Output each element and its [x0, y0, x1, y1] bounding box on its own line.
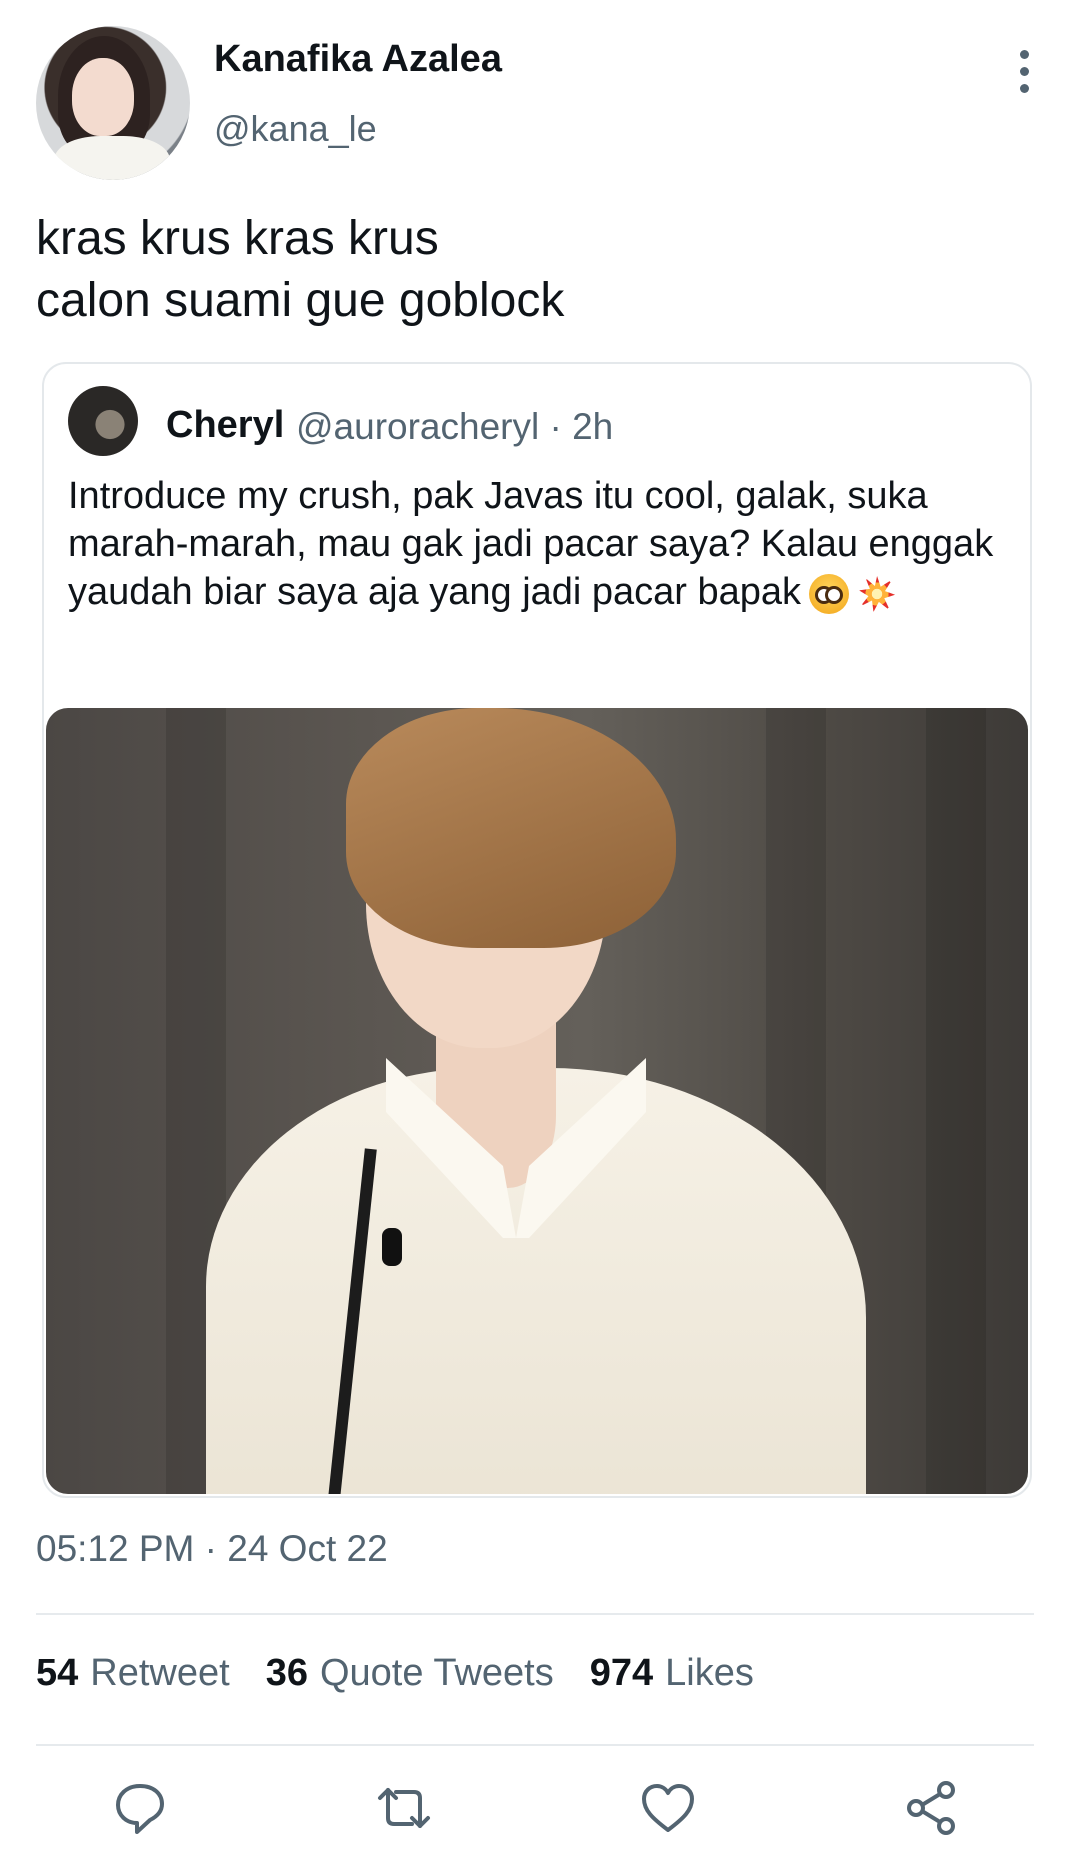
pleading-face-emoji-icon	[809, 573, 850, 614]
author-name[interactable]: Kanafika Azalea	[214, 38, 502, 81]
reply-icon[interactable]	[110, 1778, 170, 1838]
divider	[36, 1744, 1034, 1746]
retweet-icon[interactable]	[374, 1778, 434, 1838]
quoted-author-handle-time: @auroracheryl · 2h	[296, 406, 614, 447]
share-icon[interactable]	[902, 1778, 962, 1838]
quoted-tweet[interactable]: Cheryl @auroracheryl · 2h Introduce my c…	[42, 362, 1032, 1498]
quoted-text-body: Introduce my crush, pak Javas itu cool, …	[68, 475, 994, 613]
author-avatar[interactable]	[36, 26, 190, 180]
quoted-tweet-text: Introduce my crush, pak Javas itu cool, …	[68, 472, 1008, 616]
tweet-timestamp: 05:12 PM · 24 Oct 22	[36, 1528, 388, 1569]
divider	[36, 1613, 1034, 1615]
quote-tweets-stat[interactable]: 36 Quote Tweets	[266, 1652, 554, 1695]
tweet-text: kras krus kras krus calon suami gue gobl…	[36, 212, 565, 327]
tweet-actions	[0, 1778, 1070, 1848]
likes-stat[interactable]: 974 Likes	[590, 1652, 754, 1695]
like-icon[interactable]	[638, 1778, 698, 1838]
quoted-tweet-photo[interactable]	[46, 708, 1028, 1494]
quoted-author-name: Cheryl	[166, 404, 285, 446]
tweet-header: Kanafika Azalea @kana_le	[36, 26, 1036, 180]
retweets-stat[interactable]: 54 Retweet	[36, 1652, 230, 1695]
more-options-icon[interactable]	[1012, 50, 1036, 110]
tweet-stats: 54 Retweet 36 Quote Tweets 974 Likes	[36, 1652, 754, 1695]
author-handle[interactable]: @kana_le	[214, 108, 377, 150]
collision-emoji-icon	[857, 574, 897, 614]
quoted-author-avatar[interactable]	[68, 386, 138, 456]
